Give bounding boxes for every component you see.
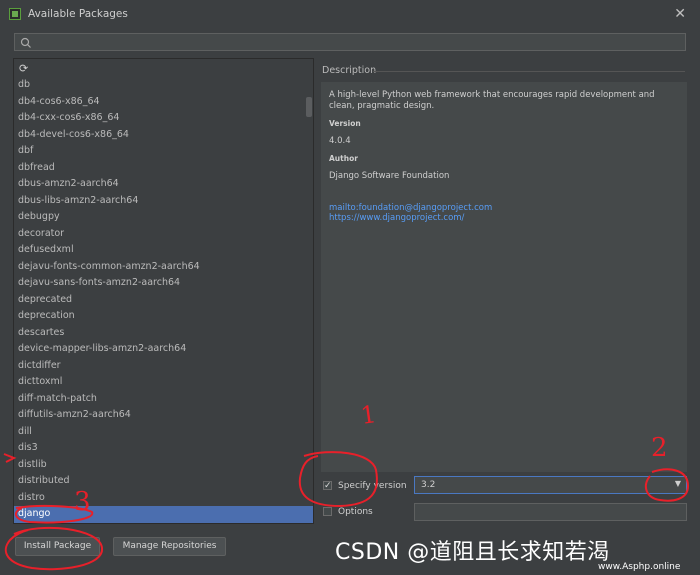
list-item[interactable]: db4-cos6-x86_64 (14, 94, 313, 111)
manage-repositories-button[interactable]: Manage Repositories (113, 537, 226, 556)
list-item[interactable]: dis3 (14, 440, 313, 457)
description-box: A high-level Python web framework that e… (321, 82, 687, 472)
list-item[interactable]: db (14, 77, 313, 94)
email-link[interactable]: mailto:foundation@djangoproject.com (329, 203, 492, 213)
list-item[interactable]: distributed (14, 473, 313, 490)
version-select-value: 3.2 (421, 480, 436, 490)
refresh-icon[interactable]: ⟳ (19, 62, 28, 75)
list-item[interactable]: dejavu-fonts-common-amzn2-aarch64 (14, 259, 313, 276)
version-select[interactable]: 3.2 ▼ (414, 476, 687, 494)
list-item[interactable]: db4-devel-cos6-x86_64 (14, 127, 313, 144)
specify-version-checkbox[interactable]: ✓ (323, 481, 332, 491)
list-item[interactable]: dictdiffer (14, 358, 313, 375)
author-value: Django Software Foundation (329, 171, 450, 181)
list-item[interactable]: distlib (14, 457, 313, 474)
options-checkbox[interactable] (323, 507, 332, 516)
search-box[interactable] (14, 33, 686, 51)
list-item[interactable]: db4-cxx-cos6-x86_64 (14, 110, 313, 127)
list-item[interactable]: dbf (14, 143, 313, 160)
window-title: Available Packages (28, 8, 128, 20)
specify-version-label: Specify version (338, 481, 407, 491)
package-list-panel: ⟳ db db4-cos6-x86_64 db4-cxx-cos6-x86_64 db… (13, 58, 314, 524)
list-item[interactable]: descartes (14, 325, 313, 342)
list-item[interactable]: device-mapper-libs-amzn2-aarch64 (14, 341, 313, 358)
title-bar: Available Packages ✕ (0, 0, 700, 30)
close-icon[interactable]: ✕ (674, 6, 686, 22)
list-item[interactable]: diff-match-patch (14, 391, 313, 408)
divider (373, 71, 685, 72)
list-item[interactable]: dicttoxml (14, 374, 313, 391)
list-item[interactable]: dill (14, 424, 313, 441)
list-scrollbar[interactable] (306, 97, 312, 117)
options-label: Options (338, 507, 373, 517)
list-item[interactable]: dbus-libs-amzn2-aarch64 (14, 193, 313, 210)
install-package-button[interactable]: Install Package (15, 537, 100, 556)
list-item[interactable]: dbus-amzn2-aarch64 (14, 176, 313, 193)
website-link[interactable]: https://www.djangoproject.com/ (329, 213, 464, 223)
version-label: Version (329, 119, 361, 128)
package-summary: A high-level Python web framework that e… (329, 90, 655, 111)
package-list[interactable]: db db4-cos6-x86_64 db4-cxx-cos6-x86_64 db4-… (14, 77, 313, 523)
options-input[interactable] (414, 503, 687, 521)
description-panel: Description A high-level Python web fram… (319, 58, 689, 524)
list-item[interactable]: dejavu-sans-fonts-amzn2-aarch64 (14, 275, 313, 292)
description-heading: Description (322, 65, 377, 76)
list-item[interactable]: defusedxml (14, 242, 313, 259)
list-item[interactable]: debugpy (14, 209, 313, 226)
watermark-text: CSDN @道阻且长求知若渴 (335, 540, 610, 565)
search-input[interactable] (37, 35, 681, 51)
version-value: 4.0.4 (329, 136, 351, 146)
pycharm-app-icon (9, 8, 21, 20)
list-item[interactable]: deprecated (14, 292, 313, 309)
search-icon (20, 37, 31, 48)
author-label: Author (329, 154, 358, 163)
list-item[interactable]: diffutils-amzn2-aarch64 (14, 407, 313, 424)
list-item[interactable]: decorator (14, 226, 313, 243)
watermark-site: www.Asphp.online (598, 562, 681, 572)
list-item[interactable]: distro (14, 490, 313, 507)
list-item[interactable]: deprecation (14, 308, 313, 325)
list-item[interactable]: dbfread (14, 160, 313, 177)
chevron-down-icon[interactable]: ▼ (675, 479, 681, 488)
list-item[interactable]: django (14, 506, 313, 523)
